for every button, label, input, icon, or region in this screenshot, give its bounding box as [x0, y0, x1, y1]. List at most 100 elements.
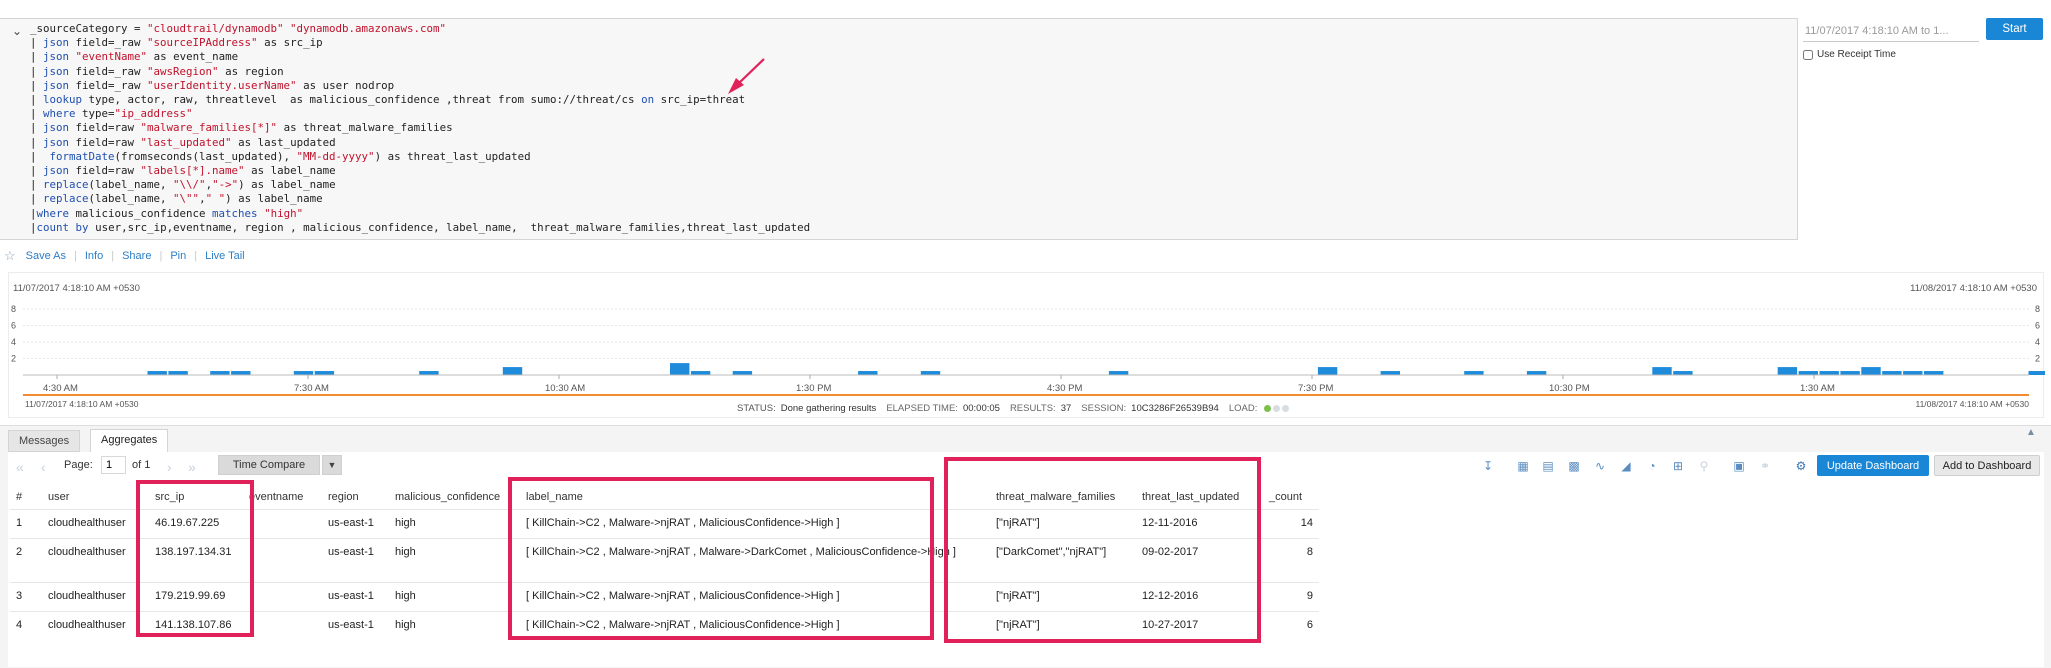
- histogram-bar: [168, 371, 188, 375]
- bar-chart-icon[interactable]: ▤: [1540, 459, 1556, 473]
- query-line: | where type="ip_address": [30, 107, 193, 121]
- region-cell: us-east-1: [322, 611, 389, 640]
- line-chart-icon[interactable]: ∿: [1592, 459, 1608, 473]
- histogram-bar: [1882, 371, 1902, 375]
- page-of-label: of 1: [132, 459, 151, 471]
- table-view-icon[interactable]: ▦: [1515, 459, 1531, 473]
- x-tick-label: 1:30 AM: [1800, 383, 1835, 394]
- area-chart-icon[interactable]: ◢: [1618, 459, 1634, 473]
- last-page-icon[interactable]: »: [188, 459, 196, 475]
- table-row[interactable]: 3 cloudhealthuser 179.219.99.69 us-east-…: [10, 582, 1319, 612]
- use-receipt-time-option[interactable]: Use Receipt Time: [1803, 49, 1896, 60]
- share-link[interactable]: Share: [122, 250, 151, 262]
- live-tail-link[interactable]: Live Tail: [205, 250, 245, 262]
- table-row[interactable]: 2 cloudhealthuser 138.197.134.31 us-east…: [10, 538, 1319, 583]
- histogram-bottom-end: 11/08/2017 4:18:10 AM +0530: [1915, 399, 2029, 409]
- gear-icon[interactable]: ⚙: [1793, 459, 1809, 473]
- column-header[interactable]: #: [10, 484, 42, 510]
- row-number: 3: [10, 582, 42, 612]
- separator: |: [159, 250, 163, 262]
- y-tick-label: 4: [11, 337, 16, 347]
- histogram-bar: [1861, 367, 1881, 375]
- query-line: |count by user,src_ip,eventname, region …: [30, 220, 811, 234]
- count-cell: 6: [1263, 611, 1319, 640]
- box-plot-icon[interactable]: ⊞: [1670, 459, 1686, 473]
- histogram-bar: [1652, 367, 1672, 375]
- column-header[interactable]: malicious_confidence: [389, 484, 520, 510]
- column-header[interactable]: threat_last_updated: [1136, 484, 1263, 510]
- count-cell: 9: [1263, 582, 1319, 612]
- update-dashboard-button[interactable]: Update Dashboard: [1817, 455, 1929, 476]
- column-header[interactable]: user: [42, 484, 149, 510]
- histogram-bar: [1819, 371, 1839, 375]
- start-button[interactable]: Start: [1986, 18, 2043, 40]
- time-range-input[interactable]: [1803, 21, 1979, 42]
- x-tick-label: 4:30 PM: [1047, 383, 1082, 394]
- results-table: # user src_ip eventname region malicious…: [10, 484, 1319, 640]
- label-name-cell: [ KillChain->C2 , Malware->njRAT , Malic…: [520, 509, 990, 539]
- x-tick-label: 4:30 AM: [43, 383, 78, 394]
- chevron-down-icon[interactable]: ▼: [322, 455, 342, 475]
- tab-messages[interactable]: Messages: [8, 430, 81, 452]
- column-header[interactable]: _count: [1263, 484, 1319, 510]
- prev-page-icon[interactable]: ‹: [41, 459, 46, 475]
- status-label: STATUS:: [737, 403, 776, 414]
- x-tick-label: 10:30 AM: [545, 383, 585, 394]
- next-page-icon[interactable]: ›: [167, 459, 172, 475]
- use-receipt-time-checkbox[interactable]: [1803, 49, 1813, 60]
- info-link[interactable]: Info: [85, 250, 103, 262]
- y-tick-label: 6: [2035, 321, 2040, 331]
- histogram-bar: [1464, 371, 1484, 375]
- page-input[interactable]: [101, 456, 126, 474]
- histogram-chart[interactable]: 8 8 6 6 4 4 2 2 4:30 AM 7:30 AM 10:30 AM 1:30 PM 4:3…: [9, 273, 2045, 419]
- query-line: | json "eventName" as event_name: [30, 50, 239, 64]
- page-label: Page:: [64, 459, 93, 471]
- query-line: _sourceCategory = "cloudtrail/dynamodb" …: [30, 22, 447, 35]
- src-ip-cell: 138.197.134.31: [149, 538, 243, 583]
- src-ip-cell: 46.19.67.225: [149, 509, 243, 539]
- x-tick-label: 7:30 PM: [1298, 383, 1333, 394]
- map-pin-icon[interactable]: ⚲: [1696, 459, 1712, 473]
- y-tick-label: 8: [11, 304, 16, 314]
- histogram-bar: [502, 367, 523, 375]
- count-cell: 8: [1263, 538, 1319, 583]
- query-line: | replace(label_name, "\\/","->") as lab…: [30, 178, 336, 192]
- first-page-icon[interactable]: «: [16, 459, 24, 475]
- pin-link[interactable]: Pin: [170, 250, 186, 262]
- pie-chart-icon[interactable]: ◔: [1644, 459, 1660, 473]
- last-updated-cell: 12-12-2016: [1136, 582, 1263, 612]
- column-header[interactable]: threat_malware_families: [990, 484, 1136, 510]
- histogram-bar: [293, 371, 314, 375]
- histogram-bar: [1840, 371, 1860, 375]
- x-tick-label: 10:30 PM: [1549, 383, 1590, 394]
- table-row[interactable]: 4 cloudhealthuser 141.138.107.86 us-east…: [10, 611, 1319, 640]
- single-value-icon[interactable]: ▣: [1731, 459, 1747, 473]
- column-header[interactable]: region: [322, 484, 389, 510]
- table-row[interactable]: 1 cloudhealthuser 46.19.67.225 us-east-1…: [10, 509, 1319, 539]
- collapse-results-icon[interactable]: ▲: [2026, 427, 2036, 438]
- histogram-bar: [1317, 367, 1338, 375]
- chevron-down-icon[interactable]: ⌄: [10, 24, 24, 38]
- time-compare-button[interactable]: Time Compare: [218, 455, 320, 475]
- share-graph-icon[interactable]: ⚭: [1757, 459, 1773, 473]
- histogram-bar: [1108, 371, 1129, 375]
- column-header[interactable]: eventname: [243, 484, 322, 510]
- results-count: 37: [1060, 403, 1072, 414]
- last-updated-cell: 09-02-2017: [1136, 538, 1263, 583]
- timeline-histogram[interactable]: 11/07/2017 4:18:10 AM +0530 11/08/2017 4…: [8, 272, 2045, 419]
- download-icon[interactable]: ↧: [1480, 459, 1496, 473]
- user-cell: cloudhealthuser: [42, 538, 149, 583]
- add-to-dashboard-button[interactable]: Add to Dashboard: [1934, 455, 2040, 476]
- tab-aggregates[interactable]: Aggregates: [90, 429, 169, 454]
- histogram-bar: [2028, 371, 2045, 375]
- region-cell: us-east-1: [322, 538, 389, 583]
- column-chart-icon[interactable]: ▩: [1566, 459, 1582, 473]
- save-as-link[interactable]: Save As: [26, 250, 66, 262]
- column-header[interactable]: src_ip: [149, 484, 243, 510]
- query-line: | json field=_raw "sourceIPAddress" as s…: [30, 36, 323, 50]
- user-cell: cloudhealthuser: [42, 611, 149, 640]
- column-header[interactable]: label_name: [520, 484, 990, 510]
- query-text[interactable]: _sourceCategory = "cloudtrail/dynamodb" …: [30, 22, 810, 235]
- query-line: | replace(label_name, "\""," ") as label…: [30, 192, 323, 206]
- star-icon[interactable]: ☆: [4, 248, 16, 264]
